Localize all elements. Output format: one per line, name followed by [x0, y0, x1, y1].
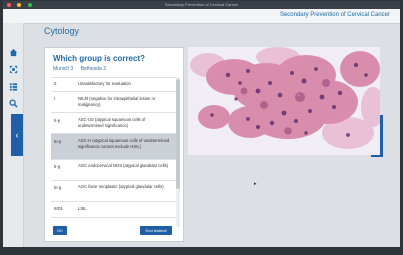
answer-description: AGC endocervical NOS (atypical glandular…: [78, 163, 169, 168]
answer-description: ASC-H (atypical squamous cells of undete…: [78, 138, 170, 149]
title-bar: Secondary Prevention of Cervical Cancer: [3, 1, 400, 9]
answer-list-scrollbar[interactable]: [176, 77, 180, 227]
ok-button[interactable]: OK: [53, 226, 67, 235]
scrollbar-thumb[interactable]: [176, 79, 180, 189]
cytology-micrograph: [188, 47, 380, 155]
answer-row[interactable]: II-p ASC-US (atypical squamous cells of …: [51, 112, 176, 133]
column-header-munich: Munich 3: [53, 66, 74, 72]
answer-description: ASC-US (atypical squamous cells of undet…: [78, 117, 146, 128]
answer-row[interactable]: IIID1 LSIL: [51, 201, 176, 218]
answer-description: AGC favor neoplastic (atypical glandular…: [78, 184, 164, 189]
home-icon[interactable]: [9, 48, 18, 57]
app-window: Secondary Prevention of Cervical Cancer …: [3, 1, 400, 247]
answer-code: IIID1: [54, 206, 63, 211]
chevron-left-icon: ‹: [15, 130, 19, 140]
question-text: Which group is correct?: [53, 54, 146, 63]
answer-code: III-g: [54, 185, 62, 190]
column-headers: Munich 3 Bethesda 2: [53, 66, 112, 72]
quiz-panel: Which group is correct? Munich 3 Bethesd…: [44, 47, 184, 242]
page-title: Cytology: [44, 26, 80, 36]
answer-row[interactable]: II-g AGC endocervical NOS (atypical glan…: [51, 159, 176, 180]
answer-code: II-p: [54, 118, 61, 123]
answer-description: NILM (negative for intraepithelial lesio…: [78, 96, 156, 107]
list-icon[interactable]: [9, 82, 18, 91]
answer-code: 0: [54, 81, 57, 86]
end-test-button[interactable]: End testtest: [140, 226, 172, 235]
search-icon[interactable]: [9, 99, 18, 108]
header-title: Secondary Prevention of Cervical Cancer: [279, 12, 390, 18]
mouse-cursor: ▸: [254, 181, 257, 187]
answer-row[interactable]: I NILM (negative for intraepithelial les…: [51, 91, 176, 112]
column-header-bethesda: Bethesda 2: [80, 66, 106, 72]
answer-code: II-g: [54, 164, 61, 169]
answer-code: III-p: [54, 139, 62, 144]
window-title: Secondary Prevention of Cervical Cancer: [164, 2, 239, 7]
answer-description: Unsatisfactory for evaluation: [78, 81, 131, 86]
answer-row[interactable]: 0 Unsatisfactory for evaluation: [51, 77, 176, 91]
previous-page-button[interactable]: ‹: [11, 114, 23, 156]
app-header: Secondary Prevention of Cervical Cancer: [3, 9, 400, 24]
answer-row-selected[interactable]: III-p ASC-H (atypical squamous cells of …: [51, 133, 176, 159]
expand-icon[interactable]: [9, 65, 18, 74]
answer-code: I: [54, 96, 56, 101]
answer-row[interactable]: III-g AGC favor neoplastic (atypical gla…: [51, 180, 176, 201]
answer-description: LSIL: [78, 206, 87, 211]
